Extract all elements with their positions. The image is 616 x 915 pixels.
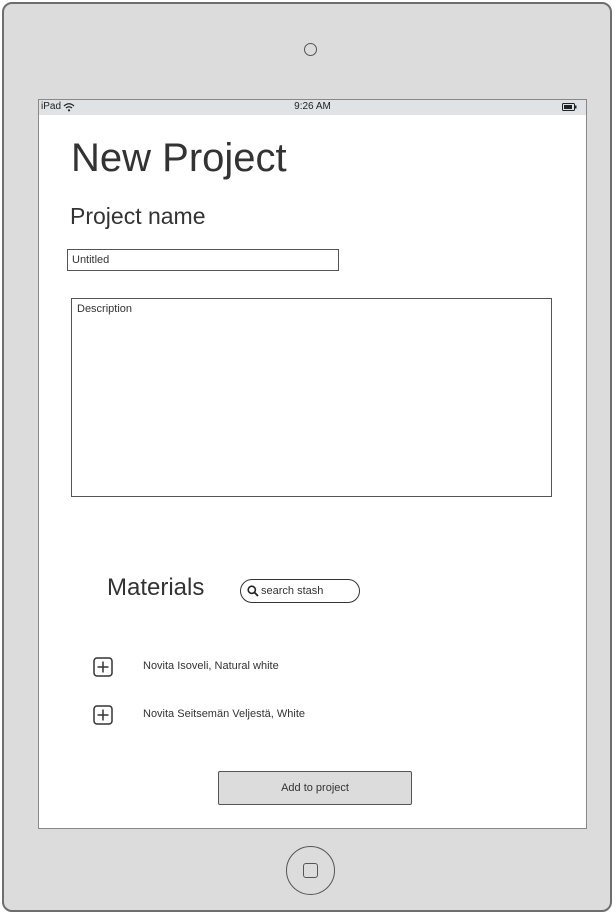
plus-icon[interactable]: [93, 705, 113, 725]
home-square-icon: [303, 863, 318, 878]
material-item: Novita Isoveli, Natural white: [93, 656, 513, 678]
description-field[interactable]: [71, 298, 552, 497]
ipad-frame: iPad 9:26 AM New Project Project name Ma…: [2, 2, 612, 912]
status-time: 9:26 AM: [294, 101, 331, 112]
search-stash-box[interactable]: [240, 579, 360, 603]
add-to-project-button[interactable]: Add to project: [218, 771, 412, 805]
search-icon: [247, 585, 259, 597]
material-label: Novita Seitsemän Veljestä, White: [143, 708, 306, 720]
page-title: New Project: [71, 136, 287, 180]
project-name-input[interactable]: [67, 249, 339, 271]
camera-icon: [304, 43, 317, 56]
materials-heading: Materials: [107, 574, 205, 601]
material-label: Novita Isoveli, Natural white: [143, 660, 279, 672]
status-bar: iPad 9:26 AM: [39, 100, 586, 115]
project-name-label: Project name: [70, 203, 206, 229]
material-item: Novita Seitsemän Veljestä, White: [93, 704, 513, 726]
screen: iPad 9:26 AM New Project Project name Ma…: [38, 99, 587, 829]
plus-icon[interactable]: [93, 657, 113, 677]
home-button-icon[interactable]: [286, 846, 335, 895]
battery-icon: [562, 103, 577, 111]
search-stash-input[interactable]: [261, 583, 353, 599]
